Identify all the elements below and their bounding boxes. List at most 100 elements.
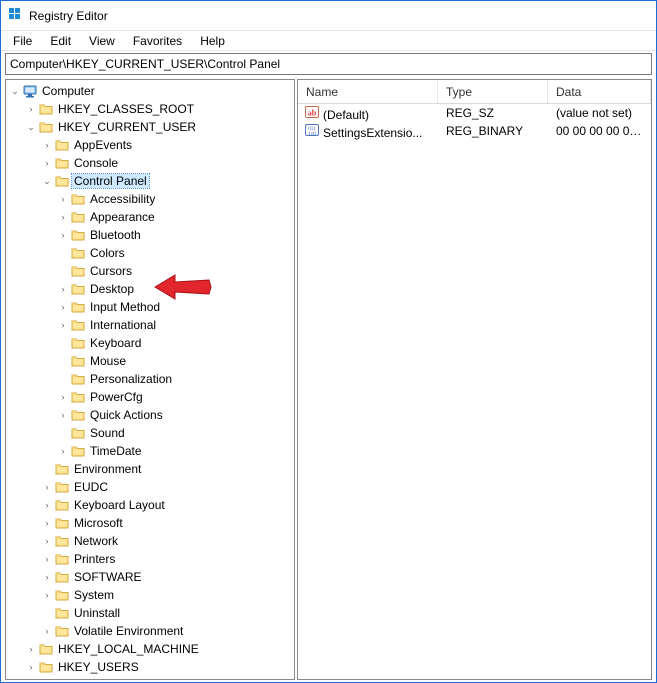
folder-icon xyxy=(54,588,70,602)
menu-help[interactable]: Help xyxy=(192,33,233,49)
tree-item-accessibility[interactable]: ›Accessibility xyxy=(54,190,294,208)
tree-item-hkey-current-config[interactable]: › HKEY_CURRENT_CONFIG xyxy=(22,676,294,680)
expander-icon[interactable]: ⌄ xyxy=(40,174,54,188)
folder-icon xyxy=(70,444,86,458)
tree-item-bluetooth[interactable]: ›Bluetooth xyxy=(54,226,294,244)
tree-item-software[interactable]: ›SOFTWARE xyxy=(38,568,294,586)
tree-item-label: Microsoft xyxy=(72,516,125,530)
value-name: SettingsExtensio... xyxy=(323,126,422,140)
expander-icon[interactable]: › xyxy=(56,318,70,332)
folder-icon xyxy=(54,498,70,512)
tree-pane[interactable]: ⌄Computer › HKEY_CLASSES_ROOT ⌄ HKEY_CURRENT… xyxy=(5,79,295,680)
tree-item-label: Environment xyxy=(72,462,143,476)
folder-icon xyxy=(70,228,86,242)
menu-view[interactable]: View xyxy=(81,33,123,49)
tree-item-label: Colors xyxy=(88,246,127,260)
tree-item-environment[interactable]: Environment xyxy=(38,460,294,478)
tree-item-label: TimeDate xyxy=(88,444,144,458)
tree-item-label: Keyboard Layout xyxy=(72,498,167,512)
expander-icon[interactable]: › xyxy=(24,642,38,656)
tree-item-system[interactable]: ›System xyxy=(38,586,294,604)
folder-icon xyxy=(70,408,86,422)
tree-item-sound[interactable]: Sound xyxy=(54,424,294,442)
column-header-type[interactable]: Type xyxy=(438,81,548,103)
tree-item-mouse[interactable]: Mouse xyxy=(54,352,294,370)
tree-item-appevents[interactable]: › AppEvents xyxy=(38,136,294,154)
tree-item-personalization[interactable]: Personalization xyxy=(54,370,294,388)
tree-item-label: Volatile Environment xyxy=(72,624,185,638)
expander-icon[interactable]: › xyxy=(56,444,70,458)
value-data: (value not set) xyxy=(548,106,651,120)
tree-item-desktop[interactable]: ›Desktop xyxy=(54,280,294,298)
address-bar[interactable]: Computer\HKEY_CURRENT_USER\Control Panel xyxy=(5,53,652,75)
registry-editor-window: Registry Editor File Edit View Favorites… xyxy=(0,0,657,683)
tree-item-label: Sound xyxy=(88,426,127,440)
expander-icon[interactable]: › xyxy=(40,516,54,530)
tree-item-hkey-current-user[interactable]: ⌄ HKEY_CURRENT_USER xyxy=(22,118,294,136)
address-bar-path: Computer\HKEY_CURRENT_USER\Control Panel xyxy=(10,57,280,71)
expander-icon[interactable]: › xyxy=(24,102,38,116)
tree-item-computer[interactable]: ⌄Computer xyxy=(6,82,294,100)
tree-item-hkey-local-machine[interactable]: ›HKEY_LOCAL_MACHINE xyxy=(22,640,294,658)
expander-icon[interactable]: › xyxy=(56,408,70,422)
value-row[interactable]: SettingsExtensio...REG_BINARY00 00 00 00… xyxy=(298,122,651,140)
tree-item-label: AppEvents xyxy=(72,138,134,152)
column-header-name[interactable]: Name xyxy=(298,81,438,103)
tree-item-label: HKEY_CURRENT_USER xyxy=(56,120,198,134)
value-row[interactable]: (Default)REG_SZ(value not set) xyxy=(298,104,651,122)
folder-icon xyxy=(54,534,70,548)
tree-item-console[interactable]: ›Console xyxy=(38,154,294,172)
tree-item-input-method[interactable]: ›Input Method xyxy=(54,298,294,316)
registry-tree: ⌄Computer › HKEY_CLASSES_ROOT ⌄ HKEY_CURRENT… xyxy=(6,82,294,680)
expander-icon[interactable]: › xyxy=(40,588,54,602)
tree-item-printers[interactable]: ›Printers xyxy=(38,550,294,568)
expander-icon[interactable]: ⌄ xyxy=(8,84,22,98)
folder-icon xyxy=(70,426,86,440)
tree-item-cursors[interactable]: Cursors xyxy=(54,262,294,280)
tree-item-label: Network xyxy=(72,534,120,548)
tree-item-control-panel[interactable]: ⌄Control Panel xyxy=(38,172,294,190)
menubar: File Edit View Favorites Help xyxy=(1,31,656,51)
expander-icon[interactable]: › xyxy=(56,300,70,314)
menu-favorites[interactable]: Favorites xyxy=(125,33,190,49)
expander-icon[interactable]: › xyxy=(40,138,54,152)
tree-item-powercfg[interactable]: ›PowerCfg xyxy=(54,388,294,406)
column-header-data[interactable]: Data xyxy=(548,81,651,103)
tree-item-eudc[interactable]: ›EUDC xyxy=(38,478,294,496)
tree-item-hkey-users[interactable]: ›HKEY_USERS xyxy=(22,658,294,676)
menu-edit[interactable]: Edit xyxy=(42,33,79,49)
tree-item-network[interactable]: › Network xyxy=(38,532,294,550)
tree-item-uninstall[interactable]: Uninstall xyxy=(38,604,294,622)
expander-icon[interactable]: › xyxy=(40,552,54,566)
tree-item-timedate[interactable]: › TimeDate xyxy=(54,442,294,460)
expander-icon[interactable]: › xyxy=(56,210,70,224)
tree-item-keyboard[interactable]: Keyboard xyxy=(54,334,294,352)
folder-icon xyxy=(70,318,86,332)
expander-icon[interactable]: › xyxy=(40,156,54,170)
expander-icon[interactable]: › xyxy=(40,624,54,638)
values-pane[interactable]: Name Type Data (Default)REG_SZ(value not… xyxy=(297,79,652,680)
tree-item-microsoft[interactable]: › Microsoft xyxy=(38,514,294,532)
expander-icon[interactable]: › xyxy=(40,534,54,548)
tree-item-quick-actions[interactable]: ›Quick Actions xyxy=(54,406,294,424)
expander-icon[interactable]: › xyxy=(40,498,54,512)
tree-item-hkey-classes-root[interactable]: › HKEY_CLASSES_ROOT xyxy=(22,100,294,118)
expander-icon[interactable]: › xyxy=(56,192,70,206)
expander-icon[interactable]: › xyxy=(40,480,54,494)
tree-item-label: HKEY_CLASSES_ROOT xyxy=(56,102,196,116)
expander-icon[interactable]: › xyxy=(56,390,70,404)
tree-item-keyboard-layout[interactable]: › Keyboard Layout xyxy=(38,496,294,514)
expander-icon[interactable]: › xyxy=(56,228,70,242)
expander-icon[interactable]: › xyxy=(56,282,70,296)
expander-icon[interactable]: › xyxy=(40,570,54,584)
tree-item-label: HKEY_CURRENT_CONFIG xyxy=(56,678,211,680)
expander-icon[interactable]: › xyxy=(24,660,38,674)
expander-icon[interactable]: ⌄ xyxy=(24,120,38,134)
folder-icon xyxy=(54,174,70,188)
expander-icon[interactable]: › xyxy=(24,678,38,680)
tree-item-colors[interactable]: Colors xyxy=(54,244,294,262)
tree-item-appearance[interactable]: ›Appearance xyxy=(54,208,294,226)
tree-item-volatile-environment[interactable]: › Volatile Environment xyxy=(38,622,294,640)
tree-item-international[interactable]: ›International xyxy=(54,316,294,334)
menu-file[interactable]: File xyxy=(5,33,40,49)
